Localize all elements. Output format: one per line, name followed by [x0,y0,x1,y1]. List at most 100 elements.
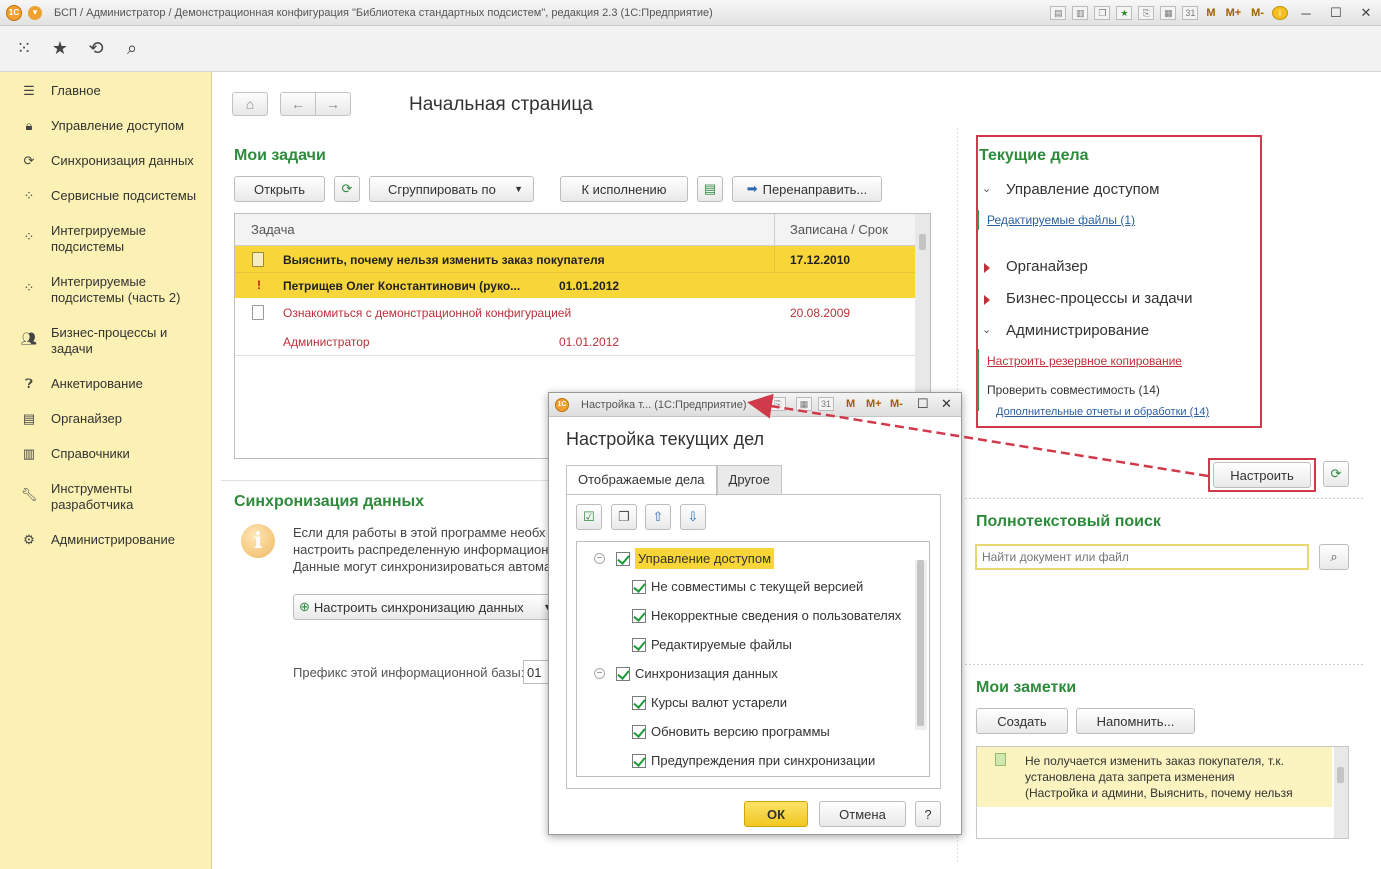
refresh-tasks-button[interactable]: ⟳ [334,176,360,202]
tree-item-update[interactable]: Обновить версию программы [632,724,830,739]
link-icon[interactable]: ⎘ [770,397,786,411]
tree-item-sync[interactable]: − Синхронизация данных [594,666,778,681]
cancel-button[interactable]: Отмена [819,801,906,827]
memory-mminus-button[interactable]: M- [890,398,903,410]
sidebar-item-business[interactable]: 👥︎ Бизнес-процессы и задачи [0,325,190,357]
favorites-star-icon[interactable]: ★ [48,37,72,61]
tree-item-incorrect-users[interactable]: Некорректные сведения о пользователях [632,608,901,623]
tree-item-access[interactable]: − Управление доступом [594,548,775,569]
link-backup[interactable]: Настроить резервное копирование [987,354,1182,368]
move-up-button[interactable]: ⇧ [645,504,671,530]
group-by-button[interactable]: Сгруппировать по ▼ [369,176,534,202]
checkbox[interactable] [632,753,646,768]
close-button[interactable]: ✕ [1351,5,1381,21]
calendar-icon[interactable]: 31 [818,397,834,411]
refresh-current-button[interactable]: ⟳ [1323,461,1349,487]
prefix-input[interactable]: 01 [523,660,551,684]
sidebar-item-integrated[interactable]: ⁘ Интегрируемые подсистемы [0,223,190,255]
group-organizer[interactable]: Органайзер [1006,258,1088,275]
memory-mplus-button[interactable]: M+ [1226,7,1242,19]
group-admin[interactable]: Администрирование [1006,322,1149,339]
checkbox[interactable] [632,695,646,710]
copy-icon[interactable]: ❐ [1094,6,1111,20]
create-note-button[interactable]: Создать [976,708,1068,734]
table-row[interactable]: Ознакомиться с демонстрационной конфигур… [235,298,915,356]
memory-m-button[interactable]: M [846,398,855,410]
notes-scrollbar[interactable] [1334,747,1348,838]
history-icon[interactable]: ⟲ [84,37,108,61]
sidebar-item-sync[interactable]: ⟳ Синхронизация данных [0,153,202,169]
back-button[interactable]: ← [280,92,316,116]
redirect-button[interactable]: ➡ Перенаправить... [732,176,882,202]
to-execution-button[interactable]: К исполнению [560,176,688,202]
link-edited-files[interactable]: Редактируемые файлы (1) [987,213,1135,227]
checkbox[interactable] [632,608,646,623]
apps-grid-icon[interactable]: ⁙ [12,37,36,61]
memory-mplus-button[interactable]: M+ [866,398,882,410]
configure-sync-button[interactable]: ⊕Настроить синхронизацию данных▼ [293,594,551,620]
sidebar-item-catalogs[interactable]: ▥ Справочники [0,446,138,462]
maximize-button[interactable]: ☐ [1321,5,1351,21]
sidebar-item-dev-tools[interactable]: 🔧︎ Инструменты разработчика [0,481,190,513]
calculator-icon[interactable]: ▦ [1160,6,1177,20]
tree-scrollbar[interactable] [915,560,927,730]
tab-other[interactable]: Другое [716,465,782,495]
calculator-icon[interactable]: ▦ [796,397,812,411]
home-button[interactable]: ⌂ [232,92,268,116]
note-item[interactable]: Не получается изменить заказ покупателя,… [977,747,1332,807]
print-icon[interactable]: ▥ [1072,6,1089,20]
uncheck-all-button[interactable]: ❐ [611,504,637,530]
chevron-down-icon[interactable]: ⌄ [982,323,991,336]
check-all-button[interactable]: ☑ [576,504,602,530]
sidebar-item-admin[interactable]: ⚙ Администрирование [0,532,183,548]
memory-m-button[interactable]: M [1206,7,1215,19]
sidebar-item-access[interactable]: 🔒︎ Управление доступом [0,118,192,134]
link-icon[interactable]: ⎘ [1138,6,1155,20]
chevron-down-icon[interactable]: ⌄ [982,182,991,195]
column-task[interactable]: Задача [251,222,295,237]
memory-mminus-button[interactable]: M- [1251,7,1264,19]
remind-button[interactable]: Напомнить... [1076,708,1195,734]
collapse-icon[interactable]: − [594,668,605,679]
checkbox[interactable] [616,551,630,566]
tree-item-currency[interactable]: Курсы валют устарели [632,695,787,710]
tree-item-incompatible[interactable]: Не совместимы с текущей версией [632,579,863,594]
minimize-button[interactable]: ─ [1291,6,1321,21]
sidebar-item-service[interactable]: ⁘ Сервисные подсистемы [0,188,204,204]
save-icon[interactable]: ▤ [1050,6,1067,20]
app-logo-icon[interactable]: 1C [6,4,22,21]
move-down-button[interactable]: ⇩ [680,504,706,530]
open-button[interactable]: Открыть [234,176,325,202]
checkbox[interactable] [632,637,646,652]
group-business[interactable]: Бизнес-процессы и задачи [1006,290,1192,307]
sidebar-item-main[interactable]: ☰ Главное [0,83,109,99]
collapse-icon[interactable]: − [594,553,605,564]
forward-button[interactable]: → [315,92,351,116]
link-additional-reports[interactable]: Дополнительные отчеты и обработки (14) [996,406,1209,418]
search-input[interactable] [975,544,1309,570]
task-list-button[interactable]: ▤ [697,176,723,202]
sidebar-item-organizer[interactable]: ▤ Органайзер [0,411,130,427]
chevron-right-icon[interactable] [984,295,990,305]
group-access[interactable]: Управление доступом [1006,181,1159,198]
tree-item-edited-files[interactable]: Редактируемые файлы [632,637,792,652]
column-date[interactable]: Записана / Срок [790,222,888,237]
ok-button[interactable]: ОК [744,801,808,827]
checkbox[interactable] [616,666,630,681]
configure-button[interactable]: Настроить [1213,462,1311,488]
sidebar-item-survey[interactable]: ❓︎ Анкетирование [0,376,151,392]
checkbox[interactable] [632,724,646,739]
chevron-right-icon[interactable] [984,263,990,273]
checkbox[interactable] [632,579,646,594]
favorites-add-icon[interactable]: ★ [1116,6,1133,20]
close-button[interactable]: ✕ [941,396,952,412]
main-menu-arrow-icon[interactable]: ▾ [28,5,42,20]
search-button[interactable]: ⌕ [1319,544,1349,570]
calendar-icon[interactable]: 31 [1182,6,1199,20]
info-icon[interactable]: i [1272,6,1288,20]
sidebar-item-integrated-2[interactable]: ⁘ Интегрируемые подсистемы (часть 2) [0,274,200,306]
maximize-button[interactable]: ☐ [917,396,929,412]
tab-displayed-affairs[interactable]: Отображаемые дела [566,465,717,496]
tree-item-sync-warnings[interactable]: Предупреждения при синхронизации [632,753,875,768]
search-icon[interactable]: ⌕ [120,37,144,61]
